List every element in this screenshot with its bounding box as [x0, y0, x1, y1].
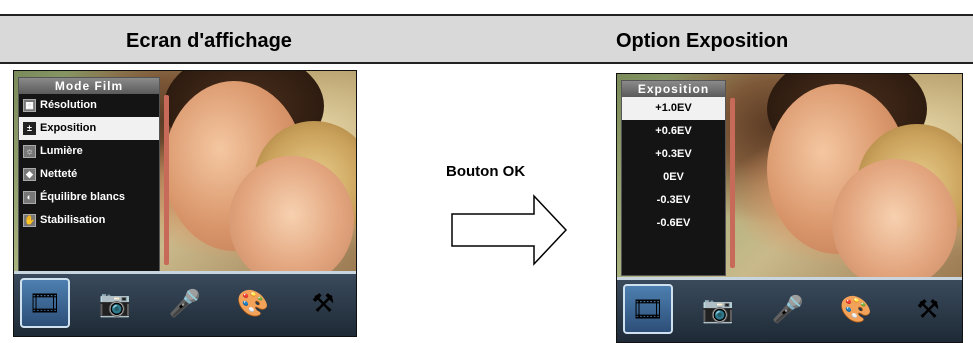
menu-scrollbar[interactable]	[164, 95, 169, 265]
mode-toolbar: 🎞 📷 🎤 🎨 ⚒	[617, 277, 962, 342]
menu-item-white-balance[interactable]: ◐ Équilibre blancs	[19, 186, 159, 209]
exposure-menu-title: Exposition	[622, 81, 725, 97]
camera-photo-icon[interactable]: 📷	[701, 292, 735, 326]
header-band: Ecran d'affichage Option Exposition	[0, 14, 973, 64]
microphone-icon[interactable]: 🎤	[168, 286, 202, 320]
right-arrow-icon	[451, 194, 568, 266]
film-mode-menu: Mode Film ▦ Résolution ± Exposition ☼ Lu…	[18, 77, 160, 275]
tools-icon[interactable]: ⚒	[306, 286, 340, 320]
ok-button-label: Bouton OK	[446, 163, 526, 180]
menu-item-label: Netteté	[40, 168, 78, 180]
movie-reel-icon[interactable]: 🎞	[631, 292, 665, 326]
right-camera-screen: Exposition +1.0EV +0.6EV +0.3EV 0EV -0.3…	[616, 73, 963, 343]
exposure-option[interactable]: +0.6EV	[622, 120, 725, 143]
exposure-option[interactable]: +0.3EV	[622, 143, 725, 166]
microphone-icon[interactable]: 🎤	[771, 292, 805, 326]
resolution-icon: ▦	[23, 99, 36, 112]
menu-item-label: Résolution	[40, 99, 97, 111]
exposure-option[interactable]: 0EV	[622, 166, 725, 189]
sharpness-icon: ◆	[23, 168, 36, 181]
menu-item-label: Lumière	[40, 145, 83, 157]
movie-reel-icon[interactable]: 🎞	[28, 286, 62, 320]
white-balance-icon: ◐	[23, 191, 36, 204]
light-icon: ☼	[23, 145, 36, 158]
menu-item-exposure[interactable]: ± Exposition	[19, 117, 159, 140]
exposure-option[interactable]: -0.3EV	[622, 189, 725, 212]
left-camera-screen: Mode Film ▦ Résolution ± Exposition ☼ Lu…	[13, 70, 357, 337]
exposure-icon: ±	[23, 122, 36, 135]
menu-item-light[interactable]: ☼ Lumière	[19, 140, 159, 163]
exposure-scrollbar[interactable]	[730, 98, 735, 268]
menu-item-label: Stabilisation	[40, 214, 106, 226]
exposure-option[interactable]: +1.0EV	[622, 97, 725, 120]
stabilization-icon: ✋	[23, 214, 36, 227]
exposure-menu: Exposition +1.0EV +0.6EV +0.3EV 0EV -0.3…	[621, 80, 726, 276]
camera-photo-icon[interactable]: 📷	[98, 286, 132, 320]
tools-icon[interactable]: ⚒	[911, 292, 945, 326]
menu-item-resolution[interactable]: ▦ Résolution	[19, 94, 159, 117]
right-header-title: Option Exposition	[616, 30, 789, 52]
menu-item-label: Équilibre blancs	[40, 191, 125, 203]
menu-item-label: Exposition	[40, 122, 97, 134]
palette-icon[interactable]: 🎨	[839, 292, 873, 326]
menu-title: Mode Film	[19, 78, 159, 94]
mode-toolbar: 🎞 📷 🎤 🎨 ⚒	[14, 271, 356, 336]
left-header-title: Ecran d'affichage	[126, 30, 292, 52]
palette-icon[interactable]: 🎨	[236, 286, 270, 320]
exposure-option[interactable]: -0.6EV	[622, 212, 725, 235]
menu-item-sharpness[interactable]: ◆ Netteté	[19, 163, 159, 186]
menu-item-stabilization[interactable]: ✋ Stabilisation	[19, 209, 159, 232]
